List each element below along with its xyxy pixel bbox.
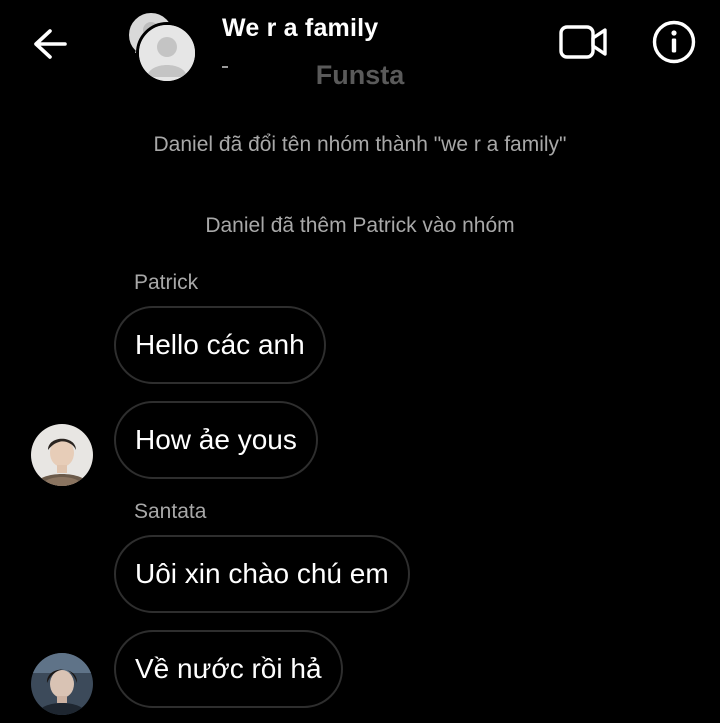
info-icon: [652, 20, 696, 64]
sender-avatar[interactable]: [31, 653, 93, 715]
message-bubble[interactable]: Về nước rồi hả: [114, 630, 343, 708]
info-button[interactable]: [650, 18, 698, 66]
arrow-left-icon: [34, 29, 67, 59]
message-bubble[interactable]: Uôi xin chào chú em: [114, 535, 410, 613]
group-title[interactable]: We r a family: [222, 14, 378, 43]
video-call-icon: [559, 25, 607, 59]
system-message: Daniel đã đổi tên nhóm thành "we r a fam…: [153, 133, 567, 156]
system-message: Daniel đã thêm Patrick vào nhóm: [205, 214, 515, 237]
message-bubble[interactable]: Hello các anh: [114, 306, 326, 384]
sender-name: Patrick: [134, 271, 199, 294]
sender-avatar[interactable]: [31, 424, 93, 486]
message-bubble[interactable]: How ảe yous: [114, 401, 318, 479]
video-call-button[interactable]: [556, 20, 612, 64]
banner-label: Funsta: [315, 60, 405, 90]
sender-name: Santata: [134, 500, 207, 523]
